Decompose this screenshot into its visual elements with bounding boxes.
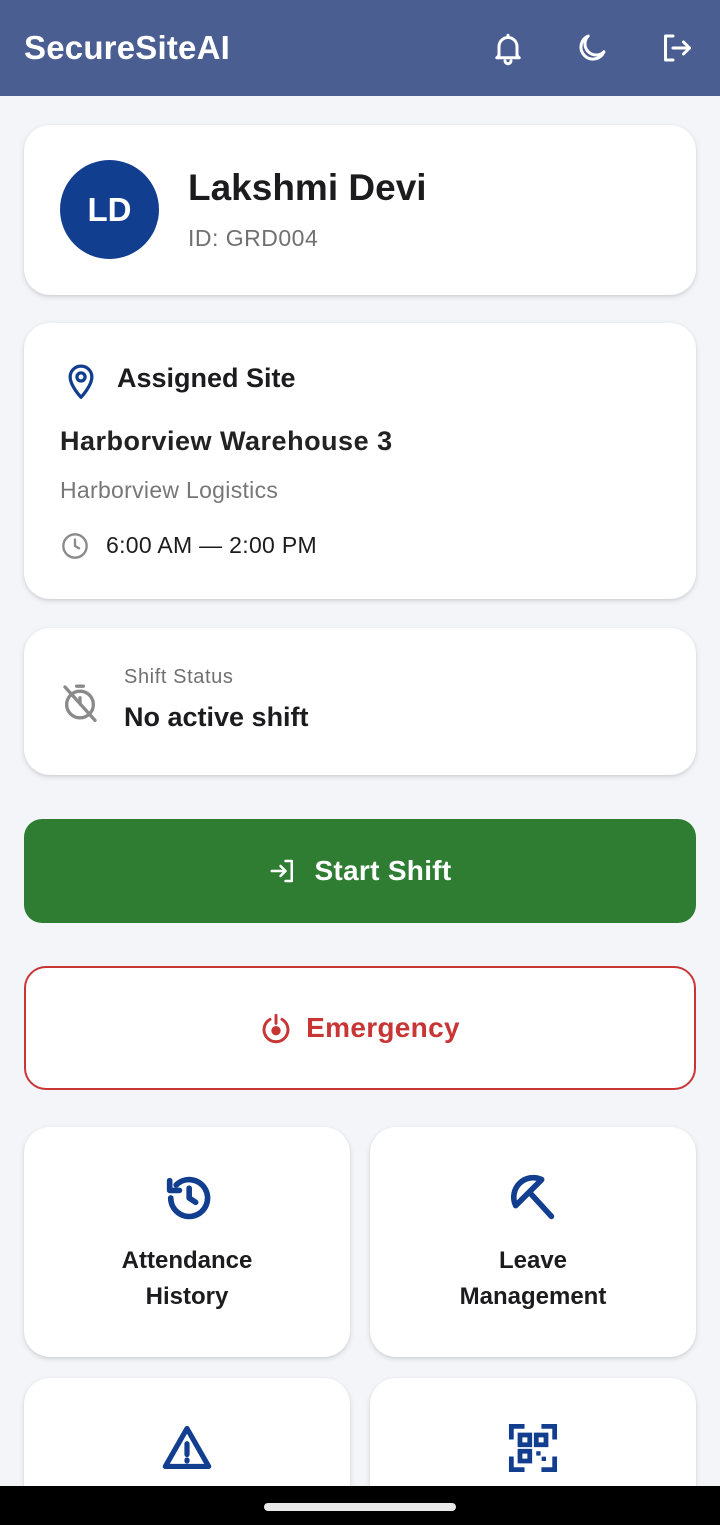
umbrella-off-icon bbox=[511, 1174, 555, 1220]
shift-hours: 6:00 AM — 2:00 PM bbox=[106, 532, 317, 558]
profile-card: LD Lakshmi Devi ID: GRD004 bbox=[24, 125, 696, 295]
history-icon bbox=[166, 1176, 211, 1220]
home-gesture-handle[interactable] bbox=[264, 1503, 456, 1511]
emergency-label: Emergency bbox=[306, 1012, 460, 1043]
start-shift-label: Start Shift bbox=[314, 855, 452, 886]
attendance-history-tile[interactable]: Attendance History bbox=[24, 1127, 350, 1357]
emergency-icon bbox=[262, 1013, 290, 1044]
logout-button[interactable] bbox=[656, 28, 696, 68]
timer-off-icon bbox=[63, 684, 97, 722]
assigned-site-heading: Assigned Site bbox=[117, 363, 296, 393]
shift-status-label: Shift Status bbox=[124, 666, 234, 688]
assigned-site-card: Assigned Site Harborview Warehouse 3 Har… bbox=[24, 323, 696, 599]
shift-status-value: No active shift bbox=[124, 702, 309, 732]
emergency-button[interactable]: Emergency bbox=[24, 966, 696, 1090]
leave-label-line1: Leave bbox=[498, 1247, 568, 1274]
shift-status-card: Shift Status No active shift bbox=[24, 628, 696, 775]
dark-mode-button[interactable] bbox=[572, 28, 612, 68]
attendance-label-line1: Attendance bbox=[121, 1247, 253, 1274]
login-icon bbox=[270, 859, 294, 883]
avatar: LD bbox=[60, 160, 159, 259]
leave-management-tile[interactable]: Leave Management bbox=[370, 1127, 696, 1357]
app-title: SecureSiteAI bbox=[24, 29, 230, 66]
leave-label-line2: Management bbox=[459, 1283, 607, 1310]
start-shift-button[interactable]: Start Shift bbox=[24, 819, 696, 923]
app-bar: SecureSiteAI bbox=[0, 0, 720, 96]
site-company: Harborview Logistics bbox=[60, 477, 279, 503]
logout-icon bbox=[664, 34, 691, 62]
qr-scan-icon bbox=[508, 1423, 558, 1473]
guard-name: Lakshmi Devi bbox=[188, 167, 427, 208]
warning-icon bbox=[162, 1425, 212, 1470]
clock-icon bbox=[62, 533, 88, 559]
location-pin-icon bbox=[68, 364, 94, 399]
attendance-label-line2: History bbox=[145, 1283, 229, 1310]
site-name: Harborview Warehouse 3 bbox=[60, 426, 393, 456]
bell-icon bbox=[495, 33, 521, 66]
system-navigation-bar bbox=[0, 1486, 720, 1525]
notifications-button[interactable] bbox=[488, 28, 528, 68]
guard-id: ID: GRD004 bbox=[188, 225, 319, 251]
moon-icon bbox=[579, 34, 606, 61]
